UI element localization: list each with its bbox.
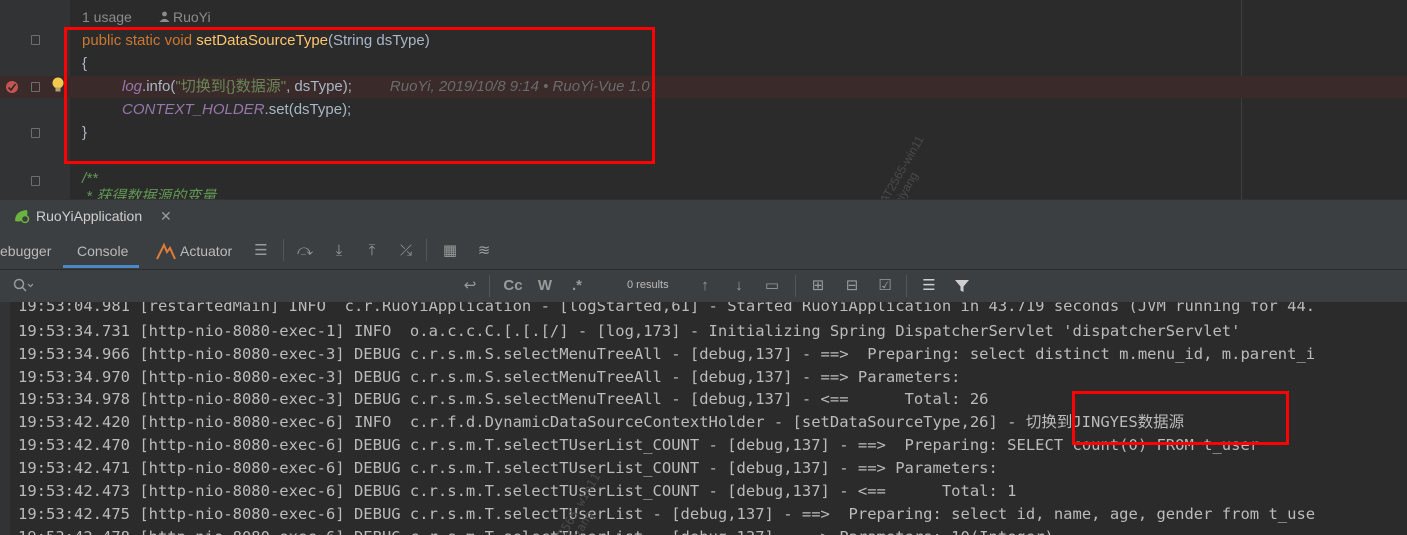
match-case-toggle[interactable]: Cc <box>502 277 524 295</box>
log-line: 19:53:42.420 [http-nio-8080-exec-6] INFO… <box>18 413 1185 431</box>
search-results-count: 0 results <box>627 279 669 291</box>
author-inlay-label: RuoYi <box>173 9 211 25</box>
exclude-icon[interactable]: ☑ <box>875 277 895 295</box>
log-line: 19:53:04.981 [restartedMain] INFO c.r.Ru… <box>18 302 1316 315</box>
toolbar-separator <box>795 275 796 297</box>
toolbar-separator <box>906 275 907 297</box>
log-line: 19:53:42.475 [http-nio-8080-exec-6] DEBU… <box>18 505 1316 523</box>
toolbar-separator <box>426 239 427 261</box>
fold-toggle-icon[interactable] <box>31 176 40 186</box>
tool-window-tabs: ebugger Console Actuator ☰ ⤼ ⤓ ⤒ ⤰ ▦ ≋ <box>0 232 1407 270</box>
console-search-bar: ↩ Cc W .* 0 results ↑ ↓ ▭ ⊞ ⊟ ☑ ☰ <box>0 270 1407 303</box>
tab-debugger[interactable]: ebugger <box>0 241 51 261</box>
spring-boot-icon <box>13 208 31 229</box>
code-line-javadoc[interactable]: * 获得数据源的变量 <box>82 186 216 199</box>
console-gutter <box>0 302 10 535</box>
usages-inlay-hint[interactable]: 1 usage <box>82 8 132 26</box>
log-line: 19:53:42.471 [http-nio-8080-exec-6] DEBU… <box>18 459 998 477</box>
tab-console[interactable]: Console <box>77 241 128 261</box>
fold-marker-icon[interactable] <box>31 82 40 92</box>
highlight-box-method <box>64 27 655 164</box>
next-occurrence-icon[interactable]: ↓ <box>729 277 749 295</box>
regex-toggle[interactable]: .* <box>567 277 587 295</box>
highlight-box-datasource <box>1072 391 1289 445</box>
step-over-icon[interactable]: ⤼ <box>295 242 315 260</box>
code-editor[interactable]: 1 usage RuoYi public static void setData… <box>0 0 1407 199</box>
log-line: 19:53:34.970 [http-nio-8080-exec-3] DEBU… <box>18 368 961 386</box>
active-tab-underline <box>63 265 139 268</box>
fold-toggle-icon[interactable] <box>31 35 40 45</box>
remove-selection-icon[interactable]: ⊟ <box>842 277 862 295</box>
right-margin-guide <box>1241 0 1242 199</box>
new-line-icon[interactable]: ↩ <box>460 277 480 295</box>
select-all-occurrences-icon[interactable]: ▭ <box>762 277 782 295</box>
tab-actuator[interactable]: Actuator <box>180 241 232 261</box>
log-line: 19:53:42.473 [http-nio-8080-exec-6] DEBU… <box>18 482 1017 500</box>
step-out-icon[interactable]: ⤒ <box>362 242 382 260</box>
run-tool-window-header: RuoYiApplication ✕ <box>0 199 1407 233</box>
menu-icon[interactable]: ☰ <box>251 242 271 260</box>
filter-lines-icon[interactable]: ☰ <box>919 277 939 295</box>
previous-occurrence-icon[interactable]: ↑ <box>695 277 715 295</box>
watermark: AT2565-win11 kaiyang <box>876 133 927 199</box>
lightbulb-icon[interactable] <box>51 76 65 99</box>
log-line: 19:53:34.966 [http-nio-8080-exec-3] DEBU… <box>18 345 1316 363</box>
search-icon[interactable] <box>13 278 34 299</box>
toolbar-separator <box>489 275 490 297</box>
run-to-cursor-icon[interactable]: ⤰ <box>396 242 416 260</box>
fold-toggle-icon[interactable] <box>31 128 40 138</box>
table-icon[interactable]: ▦ <box>440 242 460 260</box>
person-icon <box>159 8 173 26</box>
add-selection-icon[interactable]: ⊞ <box>808 277 828 295</box>
editor-gutter[interactable] <box>0 0 70 199</box>
log-line: 19:53:42.478 [http-nio-8080-exec-6] DEBU… <box>18 526 1054 535</box>
actuator-icon <box>156 242 176 265</box>
author-inlay-hint[interactable]: RuoYi <box>159 8 211 26</box>
log-line: 19:53:34.978 [http-nio-8080-exec-3] DEBU… <box>18 390 989 408</box>
threads-icon[interactable]: ≋ <box>474 242 494 260</box>
run-config-tab-label[interactable]: RuoYiApplication <box>36 206 142 226</box>
log-line: 19:53:34.731 [http-nio-8080-exec-1] INFO… <box>18 322 1241 340</box>
search-input[interactable] <box>40 274 454 298</box>
step-into-icon[interactable]: ⤓ <box>329 242 349 260</box>
console-output[interactable]: 19:53:04.981 [restartedMain] INFO c.r.Ru… <box>0 302 1407 535</box>
toolbar-separator <box>283 239 284 261</box>
words-toggle[interactable]: W <box>535 277 555 295</box>
breakpoint-icon[interactable] <box>5 80 19 99</box>
close-icon[interactable]: ✕ <box>160 206 172 226</box>
filter-icon[interactable] <box>954 278 970 299</box>
